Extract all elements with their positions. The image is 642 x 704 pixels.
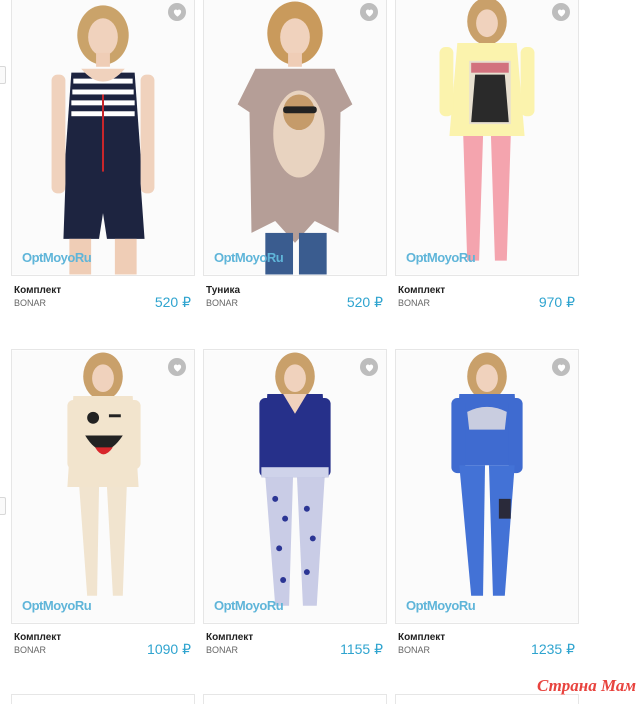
heart-icon	[173, 9, 181, 17]
favorite-button[interactable]	[360, 3, 378, 21]
scroll-edge-marker	[0, 66, 6, 84]
product-brand: BONAR	[398, 645, 431, 655]
product-price: 1090 ₽	[147, 641, 191, 657]
heart-icon	[365, 9, 373, 17]
favorite-button[interactable]	[360, 358, 378, 376]
favorite-button[interactable]	[552, 3, 570, 21]
product-card[interactable]: OptMoyoRu	[11, 0, 195, 276]
product-name[interactable]: Комплект	[398, 285, 445, 296]
product-price: 970 ₽	[538, 294, 575, 310]
product-card[interactable]: OptMoyoRu	[203, 0, 387, 276]
favorite-button[interactable]	[552, 358, 570, 376]
store-logo: OptMoyoRu	[214, 598, 284, 613]
product-brand: BONAR	[206, 298, 239, 308]
heart-icon	[173, 364, 181, 372]
product-brand: BONAR	[398, 298, 431, 308]
favorite-button[interactable]	[168, 358, 186, 376]
product-card[interactable]: OptMoyoRu	[203, 349, 387, 624]
product-name[interactable]: Комплект	[14, 285, 61, 296]
product-photo	[12, 350, 194, 623]
favorite-button[interactable]	[168, 3, 186, 21]
product-price: 1235 ₽	[531, 641, 575, 657]
product-card-partial[interactable]	[11, 694, 195, 704]
heart-icon	[557, 9, 565, 17]
product-card-partial[interactable]	[203, 694, 387, 704]
store-logo: OptMoyoRu	[406, 598, 476, 613]
watermark: Страна Мам	[536, 676, 636, 695]
product-card[interactable]: OptMoyoRu	[11, 349, 195, 624]
product-card[interactable]: OptMoyoRu	[395, 0, 579, 276]
product-photo	[204, 0, 386, 275]
product-name[interactable]: Комплект	[14, 632, 61, 643]
product-card[interactable]: OptMoyoRu	[395, 349, 579, 624]
store-logo: OptMoyoRu	[22, 250, 92, 265]
product-name[interactable]: Комплект	[398, 632, 445, 643]
product-name[interactable]: Туника	[206, 285, 240, 296]
product-brand: BONAR	[14, 645, 47, 655]
store-logo: OptMoyoRu	[214, 250, 284, 265]
heart-icon	[557, 364, 565, 372]
product-photo	[396, 0, 578, 275]
store-logo: OptMoyoRu	[22, 598, 92, 613]
product-price: 520 ₽	[346, 294, 383, 310]
product-photo	[204, 350, 386, 623]
product-price: 1155 ₽	[340, 641, 383, 657]
scroll-edge-marker	[0, 497, 6, 515]
heart-icon	[365, 364, 373, 372]
product-name[interactable]: Комплект	[206, 632, 253, 643]
store-logo: OptMoyoRu	[406, 250, 476, 265]
product-photo	[12, 0, 194, 275]
product-brand: BONAR	[14, 298, 47, 308]
product-price: 520 ₽	[154, 294, 191, 310]
product-photo	[396, 350, 578, 623]
product-brand: BONAR	[206, 645, 239, 655]
